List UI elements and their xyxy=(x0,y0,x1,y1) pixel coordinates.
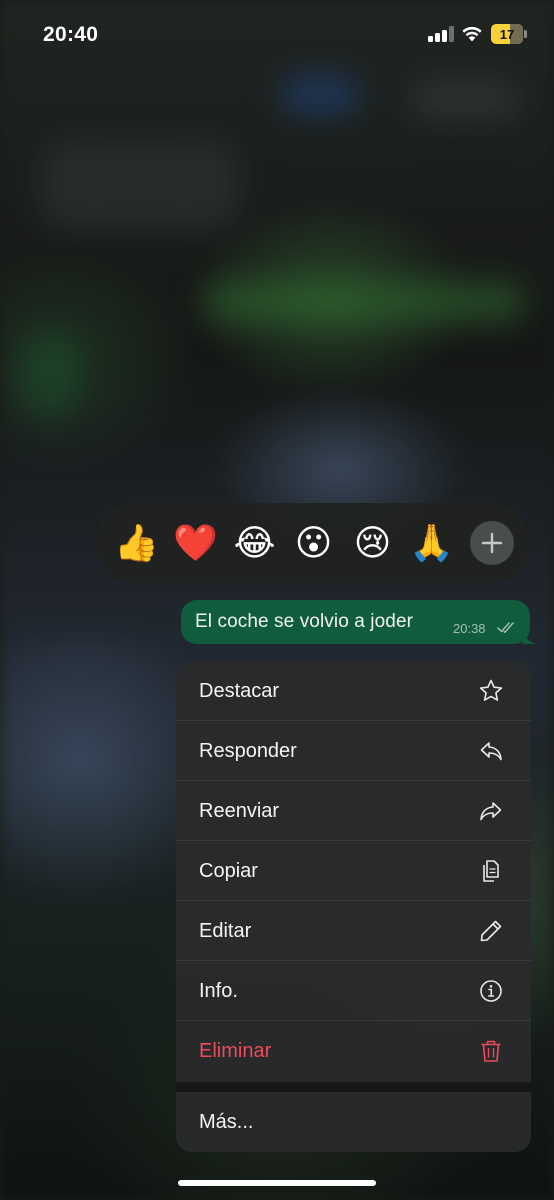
bubble-tail xyxy=(523,630,537,644)
menu-item-forward[interactable]: Reenviar xyxy=(176,781,531,841)
info-icon xyxy=(480,980,502,1002)
reply-icon xyxy=(480,742,502,761)
message-bubble[interactable]: El coche se volvio a joder 20:38 xyxy=(181,600,537,644)
status-bar: 20:40 17 xyxy=(0,0,554,70)
plus-icon xyxy=(481,532,503,554)
message-text: El coche se volvio a joder xyxy=(195,611,414,632)
tears-of-joy-icon[interactable]: 😂 xyxy=(225,514,284,573)
menu-item-more[interactable]: Más... xyxy=(176,1092,531,1152)
more-reactions-button[interactable] xyxy=(470,521,514,565)
cellular-signal-icon xyxy=(428,26,454,42)
message-time: 20:38 xyxy=(453,621,486,636)
thumbs-up-icon[interactable]: 👍 xyxy=(107,514,166,573)
menu-item-label: Destacar xyxy=(199,680,280,702)
message-context-menu: Destacar Responder Reenviar Copiar Edita… xyxy=(176,661,531,1083)
battery-icon: 17 xyxy=(491,24,527,44)
menu-item-label: Info. xyxy=(199,980,238,1002)
status-time: 20:40 xyxy=(43,23,99,46)
wifi-icon xyxy=(462,26,482,42)
menu-item-delete[interactable]: Eliminar xyxy=(176,1021,531,1081)
menu-item-label: Copiar xyxy=(199,860,258,882)
menu-item-info[interactable]: Info. xyxy=(176,961,531,1021)
pencil-icon xyxy=(480,920,502,942)
home-indicator[interactable] xyxy=(178,1180,376,1186)
menu-item-reply[interactable]: Responder xyxy=(176,721,531,781)
surprised-face-icon[interactable]: 😮 xyxy=(284,514,343,573)
menu-item-copy[interactable]: Copiar xyxy=(176,841,531,901)
star-icon xyxy=(479,679,503,701)
menu-item-label: Eliminar xyxy=(199,1040,272,1062)
menu-item-label: Reenviar xyxy=(199,800,280,822)
menu-item-label: Editar xyxy=(199,920,252,942)
menu-item-edit[interactable]: Editar xyxy=(176,901,531,961)
double-check-icon xyxy=(497,622,514,633)
battery-level: 17 xyxy=(499,26,515,42)
reaction-bar: 👍 ❤️ 😂 😮 😢 🙏 xyxy=(95,503,530,583)
trash-icon xyxy=(481,1040,501,1062)
forward-icon xyxy=(480,802,502,821)
copy-icon xyxy=(483,860,499,882)
menu-separator xyxy=(176,1082,531,1092)
menu-item-label: Más... xyxy=(199,1111,254,1133)
crying-face-icon[interactable]: 😢 xyxy=(343,514,402,573)
menu-item-star[interactable]: Destacar xyxy=(176,661,531,721)
menu-item-label: Responder xyxy=(199,740,297,762)
folded-hands-icon[interactable]: 🙏 xyxy=(402,514,461,573)
red-heart-icon[interactable]: ❤️ xyxy=(166,514,225,573)
